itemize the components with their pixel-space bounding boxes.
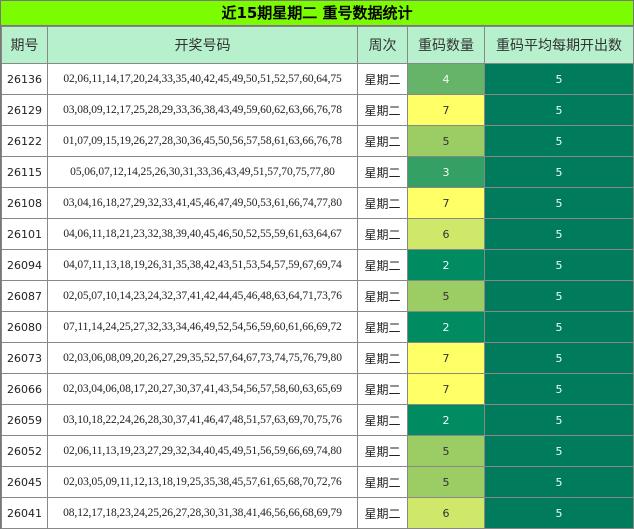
weekday-cell: 星期二 [357, 497, 408, 529]
table-row: 26108 03,04,16,18,27,29,32,33,41,45,46,47… [1, 187, 634, 219]
table-row: 26073 02,03,06,08,09,20,26,27,29,35,52,57… [1, 342, 634, 374]
table-row: 26041 08,12,17,18,23,24,25,26,27,28,30,31… [1, 497, 634, 529]
weekday-cell: 星期二 [357, 404, 408, 436]
repeat-count-cell: 5 [407, 466, 485, 498]
numbers-cell: 03,08,09,12,17,25,28,29,33,36,38,43,49,5… [47, 94, 358, 126]
issue-cell: 26115 [1, 156, 48, 188]
weekday-cell: 星期二 [357, 63, 408, 95]
table-row: 26094 04,07,11,13,18,19,26,31,35,38,42,43… [1, 249, 634, 281]
issue-cell: 26059 [1, 404, 48, 436]
issue-cell: 26136 [1, 63, 48, 95]
average-cell: 5 [484, 63, 634, 95]
repeat-count-cell: 4 [407, 63, 485, 95]
numbers-cell: 07,11,14,24,25,27,32,33,34,46,49,52,54,5… [47, 311, 358, 343]
repeat-count-cell: 7 [407, 373, 485, 405]
numbers-cell: 02,06,11,14,17,20,24,33,35,40,42,45,49,5… [47, 63, 358, 95]
numbers-cell: 05,06,07,12,14,25,26,30,31,33,36,43,49,5… [47, 156, 358, 188]
average-cell: 5 [484, 466, 634, 498]
weekday-cell: 星期二 [357, 311, 408, 343]
repeat-count-cell: 5 [407, 435, 485, 467]
average-cell: 5 [484, 187, 634, 219]
numbers-cell: 04,07,11,13,18,19,26,31,35,38,42,43,51,5… [47, 249, 358, 281]
repeat-count-cell: 5 [407, 125, 485, 157]
issue-cell: 26066 [1, 373, 48, 405]
header-repeat-count: 重码数量 [407, 26, 485, 64]
header-average: 重码平均每期开出数 [484, 26, 634, 64]
table-row: 26080 07,11,14,24,25,27,32,33,34,46,49,52… [1, 311, 634, 343]
weekday-cell: 星期二 [357, 249, 408, 281]
issue-cell: 26080 [1, 311, 48, 343]
issue-cell: 26108 [1, 187, 48, 219]
repeat-count-cell: 2 [407, 249, 485, 281]
issue-cell: 26094 [1, 249, 48, 281]
weekday-cell: 星期二 [357, 466, 408, 498]
average-cell: 5 [484, 218, 634, 250]
table-row: 26052 02,06,11,13,19,23,27,29,32,34,40,45… [1, 435, 634, 467]
average-cell: 5 [484, 435, 634, 467]
numbers-cell: 03,04,16,18,27,29,32,33,41,45,46,47,49,5… [47, 187, 358, 219]
average-cell: 5 [484, 280, 634, 312]
numbers-cell: 02,05,07,10,14,23,24,32,37,41,42,44,45,4… [47, 280, 358, 312]
weekday-cell: 星期二 [357, 125, 408, 157]
average-cell: 5 [484, 249, 634, 281]
numbers-cell: 02,03,06,08,09,20,26,27,29,35,52,57,64,6… [47, 342, 358, 374]
table-row: 26066 02,03,04,06,08,17,20,27,30,37,41,43… [1, 373, 634, 405]
stats-panel: 近15期星期二 重号数据统计 期号 开奖号码 周次 重码数量 重码平均每期开出数… [0, 0, 634, 529]
average-cell: 5 [484, 156, 634, 188]
header-numbers: 开奖号码 [47, 26, 358, 64]
table-row: 26045 02,03,05,09,11,12,13,18,19,25,35,38… [1, 466, 634, 498]
table-row: 26087 02,05,07,10,14,23,24,32,37,41,42,44… [1, 280, 634, 312]
page-title: 近15期星期二 重号数据统计 [1, 1, 633, 26]
header-weekday: 周次 [357, 26, 408, 64]
numbers-cell: 08,12,17,18,23,24,25,26,27,28,30,31,38,4… [47, 497, 358, 529]
table-row: 26101 04,06,11,18,21,23,32,38,39,40,45,46… [1, 218, 634, 250]
issue-cell: 26101 [1, 218, 48, 250]
weekday-cell: 星期二 [357, 187, 408, 219]
repeat-stats-table: 期号 开奖号码 周次 重码数量 重码平均每期开出数 26136 02,06,11,… [1, 26, 634, 529]
header-row: 期号 开奖号码 周次 重码数量 重码平均每期开出数 [1, 26, 634, 64]
issue-cell: 26052 [1, 435, 48, 467]
weekday-cell: 星期二 [357, 373, 408, 405]
weekday-cell: 星期二 [357, 156, 408, 188]
repeat-count-cell: 5 [407, 280, 485, 312]
numbers-cell: 03,10,18,22,24,26,28,30,37,41,46,47,48,5… [47, 404, 358, 436]
weekday-cell: 星期二 [357, 280, 408, 312]
table-row: 26115 05,06,07,12,14,25,26,30,31,33,36,43… [1, 156, 634, 188]
average-cell: 5 [484, 404, 634, 436]
repeat-count-cell: 7 [407, 94, 485, 126]
average-cell: 5 [484, 342, 634, 374]
weekday-cell: 星期二 [357, 435, 408, 467]
repeat-count-cell: 2 [407, 404, 485, 436]
issue-cell: 26122 [1, 125, 48, 157]
numbers-cell: 02,03,05,09,11,12,13,18,19,25,35,38,45,5… [47, 466, 358, 498]
issue-cell: 26129 [1, 94, 48, 126]
weekday-cell: 星期二 [357, 94, 408, 126]
numbers-cell: 04,06,11,18,21,23,32,38,39,40,45,46,50,5… [47, 218, 358, 250]
table-row: 26129 03,08,09,12,17,25,28,29,33,36,38,43… [1, 94, 634, 126]
average-cell: 5 [484, 497, 634, 529]
header-issue: 期号 [1, 26, 48, 64]
repeat-count-cell: 2 [407, 311, 485, 343]
issue-cell: 26087 [1, 280, 48, 312]
repeat-count-cell: 3 [407, 156, 485, 188]
table-row: 26059 03,10,18,22,24,26,28,30,37,41,46,47… [1, 404, 634, 436]
issue-cell: 26073 [1, 342, 48, 374]
numbers-cell: 02,03,04,06,08,17,20,27,30,37,41,43,54,5… [47, 373, 358, 405]
weekday-cell: 星期二 [357, 342, 408, 374]
average-cell: 5 [484, 94, 634, 126]
average-cell: 5 [484, 125, 634, 157]
table-row: 26122 01,07,09,15,19,26,27,28,30,36,45,50… [1, 125, 634, 157]
repeat-count-cell: 6 [407, 497, 485, 529]
numbers-cell: 01,07,09,15,19,26,27,28,30,36,45,50,56,5… [47, 125, 358, 157]
repeat-count-cell: 6 [407, 218, 485, 250]
average-cell: 5 [484, 373, 634, 405]
weekday-cell: 星期二 [357, 218, 408, 250]
issue-cell: 26041 [1, 497, 48, 529]
average-cell: 5 [484, 311, 634, 343]
repeat-count-cell: 7 [407, 342, 485, 374]
issue-cell: 26045 [1, 466, 48, 498]
table-row: 26136 02,06,11,14,17,20,24,33,35,40,42,45… [1, 63, 634, 95]
numbers-cell: 02,06,11,13,19,23,27,29,32,34,40,45,49,5… [47, 435, 358, 467]
repeat-count-cell: 7 [407, 187, 485, 219]
